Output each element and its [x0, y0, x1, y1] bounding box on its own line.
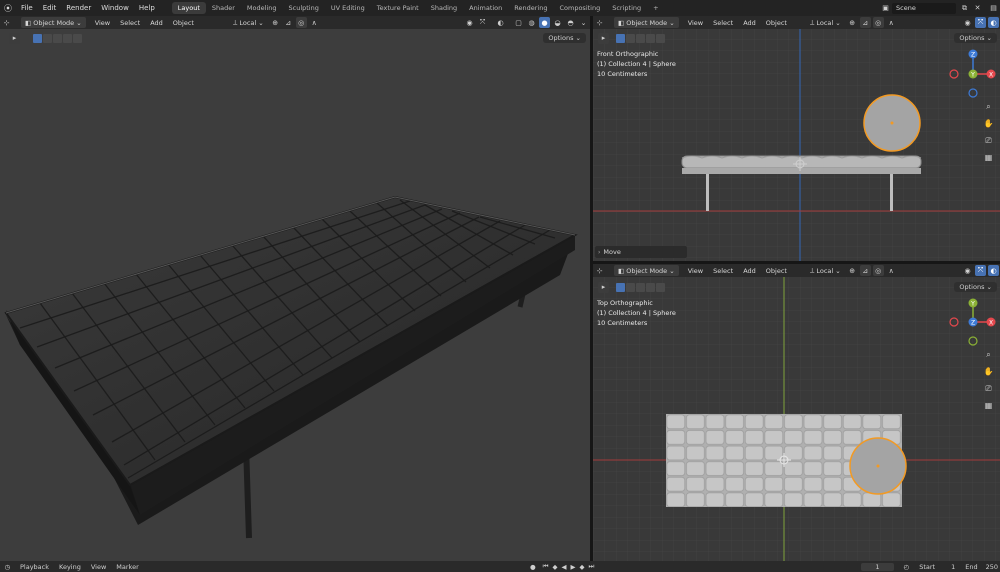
- tab-animation[interactable]: Animation: [463, 2, 508, 14]
- timeline-bar: ◷ Playback Keying View Marker ● ⏮ ◆ ◀ ▶ …: [0, 561, 1000, 572]
- add-workspace-button[interactable]: +: [647, 2, 664, 14]
- menu-view[interactable]: View: [91, 563, 106, 571]
- scene-name-field[interactable]: Scene: [892, 2, 956, 14]
- tab-layout[interactable]: Layout: [171, 2, 206, 14]
- current-frame-field[interactable]: 1: [861, 562, 894, 571]
- record-icon[interactable]: ●: [530, 563, 536, 571]
- tab-sculpting[interactable]: Sculpting: [283, 2, 325, 14]
- gizmo-z-label: Z: [971, 52, 975, 59]
- select-invert-icon[interactable]: [63, 33, 72, 43]
- options-dropdown[interactable]: Options ⌄: [543, 33, 586, 43]
- menu-object[interactable]: Object: [169, 17, 198, 28]
- pan-hand-icon[interactable]: ✋: [982, 365, 995, 378]
- menu-view[interactable]: View: [91, 17, 114, 28]
- start-frame-field[interactable]: 1: [951, 563, 955, 571]
- jump-keyframe-back-icon[interactable]: ◆: [553, 563, 558, 571]
- gizmo-y-label: Y: [970, 301, 975, 308]
- pivot-icon[interactable]: ⊕: [270, 17, 281, 28]
- axis-gizmo[interactable]: Z X Y: [943, 46, 999, 102]
- grid-icon[interactable]: ▦: [982, 399, 995, 412]
- tab-uv-editing[interactable]: UV Editing: [325, 2, 371, 14]
- blender-logo-icon[interactable]: ⦿: [3, 3, 13, 13]
- snap-icon[interactable]: ⊿: [283, 17, 294, 28]
- axis-gizmo[interactable]: Y X Z: [943, 294, 999, 350]
- menu-marker[interactable]: Marker: [116, 563, 138, 571]
- xray-icon[interactable]: ▢: [513, 17, 524, 28]
- menu-keying[interactable]: Keying: [59, 563, 81, 571]
- select-subtract-icon[interactable]: [53, 33, 62, 43]
- tab-shading[interactable]: Shading: [425, 2, 463, 14]
- select-extend-icon[interactable]: [43, 33, 52, 43]
- menu-edit[interactable]: Edit: [38, 4, 62, 12]
- menu-select[interactable]: Select: [116, 17, 144, 28]
- transform-orientation-select[interactable]: ⟂ Local ⌄: [229, 17, 268, 28]
- solid-shading-icon[interactable]: ●: [539, 17, 550, 28]
- tab-rendering[interactable]: Rendering: [508, 2, 553, 14]
- bench-perspective-render: [4, 195, 578, 539]
- copy-scene-icon[interactable]: ⧉: [959, 3, 970, 14]
- zoom-icon[interactable]: ⌕: [982, 348, 995, 361]
- operator-panel-title: Move: [603, 248, 621, 256]
- operator-panel[interactable]: › Move: [595, 246, 687, 258]
- jump-keyframe-forward-icon[interactable]: ◆: [580, 563, 585, 571]
- menu-help[interactable]: Help: [134, 4, 160, 12]
- proportional-edit-icon[interactable]: ◎: [295, 17, 307, 28]
- wireframe-shading-icon[interactable]: ◍: [526, 17, 537, 28]
- pan-hand-icon[interactable]: ✋: [982, 117, 995, 130]
- falloff-icon[interactable]: ∧: [309, 17, 320, 28]
- material-shading-icon[interactable]: ◒: [552, 17, 563, 28]
- tab-shader[interactable]: Shader: [206, 2, 241, 14]
- bench-front-view: [681, 94, 922, 211]
- main-viewport[interactable]: ⊹ ◧ Object Mode ⌄ View Select Add Object…: [0, 16, 590, 561]
- tab-modeling[interactable]: Modeling: [241, 2, 283, 14]
- overlay-icon[interactable]: ◐: [495, 17, 506, 28]
- camera-icon[interactable]: ⎚: [982, 134, 995, 147]
- play-icon[interactable]: ▶: [571, 563, 576, 571]
- select-intersect-icon[interactable]: [73, 33, 82, 43]
- view-layer-icon[interactable]: ▤: [988, 3, 999, 14]
- select-new-icon[interactable]: [33, 33, 42, 43]
- start-frame-label: Start: [919, 562, 936, 571]
- gizmo-toggle-icon[interactable]: ⤧: [477, 17, 488, 28]
- gizmo-y-label: Y: [970, 72, 975, 79]
- timeline-editor-icon[interactable]: ◷: [2, 561, 13, 572]
- end-frame-field[interactable]: 250: [986, 563, 998, 571]
- gizmo-x-label: X: [989, 72, 993, 79]
- tab-scripting[interactable]: Scripting: [606, 2, 647, 14]
- menu-window[interactable]: Window: [96, 4, 134, 12]
- jump-start-icon[interactable]: ⏮: [543, 562, 549, 571]
- gizmo-x-label: X: [989, 320, 993, 327]
- top-ortho-viewport[interactable]: ⊹ ◧ Object Mode ⌄ View Select Add Object…: [593, 264, 1000, 561]
- end-frame-label: End: [965, 562, 978, 571]
- front-ortho-viewport[interactable]: ⊹ ◧ Object Mode ⌄ View Select Add Object…: [593, 16, 1000, 261]
- collapse-arrow-icon: ›: [598, 248, 601, 256]
- active-tool-icon[interactable]: ▸: [9, 32, 20, 44]
- tab-texture-paint[interactable]: Texture Paint: [371, 2, 425, 14]
- menu-playback[interactable]: Playback: [20, 563, 49, 571]
- camera-icon[interactable]: ⎚: [982, 382, 995, 395]
- close-scene-icon[interactable]: ✕: [972, 3, 983, 14]
- editor-type-icon[interactable]: ⊹: [1, 17, 12, 28]
- bench-top-view: [666, 414, 907, 507]
- clock-icon: ◴: [903, 562, 910, 571]
- jump-end-icon[interactable]: ⏭: [589, 562, 595, 571]
- gizmo-z-label: Z: [971, 320, 975, 327]
- top-nav-buttons: ⌕ ✋ ⎚ ▦: [982, 348, 995, 412]
- main-viewport-header: ⊹ ◧ Object Mode ⌄ View Select Add Object…: [0, 16, 590, 29]
- scene-icon[interactable]: ▣: [880, 3, 891, 14]
- top-bar: ⦿ File Edit Render Window Help Layout Sh…: [0, 0, 1000, 16]
- play-reverse-icon[interactable]: ◀: [562, 563, 567, 571]
- menu-file[interactable]: File: [16, 4, 38, 12]
- main-tool-settings: ▸ Options ⌄: [0, 32, 590, 44]
- zoom-icon[interactable]: ⌕: [982, 100, 995, 113]
- rendered-shading-icon[interactable]: ◓: [565, 17, 576, 28]
- front-nav-buttons: ⌕ ✋ ⎚ ▦: [982, 100, 995, 164]
- visibility-icon[interactable]: ◉: [464, 17, 475, 28]
- menu-add[interactable]: Add: [146, 17, 167, 28]
- tab-compositing[interactable]: Compositing: [553, 2, 606, 14]
- mode-select[interactable]: ◧ Object Mode ⌄: [21, 17, 86, 28]
- shading-options-icon[interactable]: ⌄: [578, 17, 589, 28]
- grid-icon[interactable]: ▦: [982, 151, 995, 164]
- menu-render[interactable]: Render: [61, 4, 96, 12]
